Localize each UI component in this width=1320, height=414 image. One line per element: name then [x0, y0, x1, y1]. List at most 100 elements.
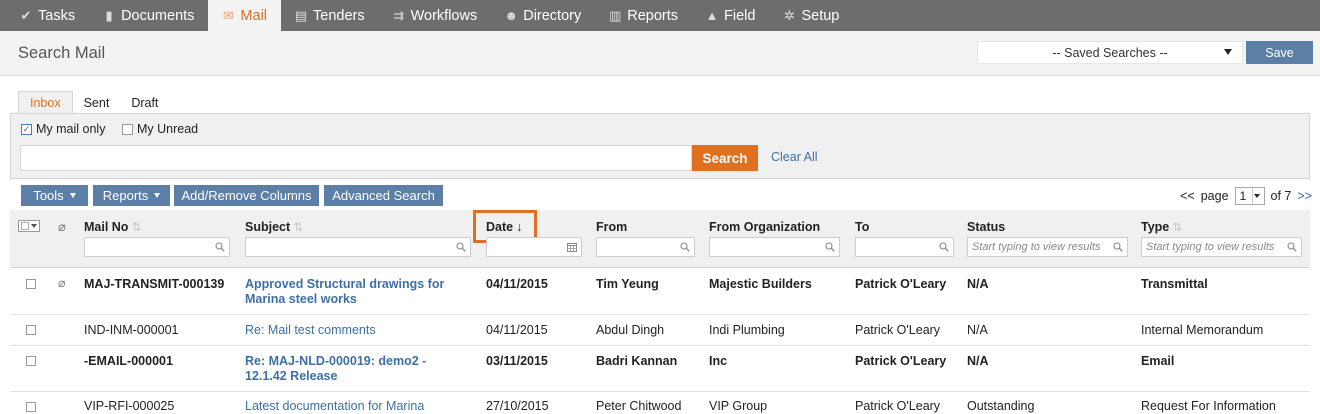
- check-icon: ✔: [20, 7, 32, 23]
- status-cell: Outstanding: [967, 399, 1035, 413]
- mail-no-cell: IND-INM-000001: [84, 323, 179, 337]
- table-row[interactable]: VIP-RFI-000025 Latest documentation for …: [10, 392, 1310, 413]
- column-status[interactable]: Status: [967, 220, 1005, 234]
- date-filter-input[interactable]: [486, 237, 582, 257]
- row-checkbox[interactable]: [26, 402, 36, 412]
- nav-tenders[interactable]: ▤ Tenders: [281, 0, 379, 31]
- subject-link[interactable]: Latest documentation for Marina: [245, 399, 424, 414]
- my-mail-only-label: My mail only: [36, 122, 106, 136]
- people-icon: ☻: [504, 8, 519, 23]
- search-input[interactable]: [20, 145, 692, 171]
- column-from[interactable]: From: [596, 220, 627, 234]
- nav-label: Setup: [801, 7, 840, 24]
- from-organization-cell: Indi Plumbing: [709, 323, 785, 337]
- my-mail-only-checkbox[interactable]: ✓ My mail only: [21, 122, 105, 136]
- chevron-down-icon: [1254, 194, 1261, 198]
- type-filter-input[interactable]: Start typing to view results: [1141, 237, 1302, 257]
- nav-setup[interactable]: ✲ Setup: [769, 0, 853, 31]
- page-count: of 7: [1270, 189, 1292, 203]
- search-icon: [680, 242, 690, 252]
- nav-label: Workflows: [410, 7, 478, 24]
- save-button[interactable]: Save: [1246, 41, 1313, 64]
- subject-link-line2[interactable]: Marina steel works: [245, 292, 357, 307]
- mail-no-filter-input[interactable]: [84, 237, 230, 257]
- nav-field[interactable]: ▲ Field: [692, 0, 769, 31]
- page-select[interactable]: 1: [1234, 187, 1265, 205]
- from-organization-filter-input[interactable]: [709, 237, 840, 257]
- type-cell: Internal Memorandum: [1141, 323, 1264, 337]
- from-filter-input[interactable]: [596, 237, 695, 257]
- saved-searches-value: -- Saved Searches --: [1052, 45, 1168, 60]
- page-header: Search Mail -- Saved Searches -- Save: [0, 31, 1320, 76]
- chevron-down-icon: [154, 193, 161, 198]
- page-current: 1: [1239, 189, 1247, 203]
- subject-link[interactable]: Re: Mail test comments: [245, 323, 376, 338]
- envelope-icon: ✉: [222, 7, 234, 23]
- page-label: page: [1200, 189, 1229, 203]
- subject-link[interactable]: Approved Structural drawings for: [245, 277, 444, 292]
- next-page-link[interactable]: >>: [1297, 189, 1312, 203]
- subject-link-line2[interactable]: 12.1.42 Release: [245, 369, 337, 384]
- checkbox-unchecked-icon: [122, 123, 133, 135]
- advanced-search-button[interactable]: Advanced Search: [324, 185, 443, 206]
- nav-label: Reports: [627, 7, 679, 24]
- column-to[interactable]: To: [855, 220, 869, 234]
- chevron-down-icon: [69, 193, 76, 198]
- type-filter-placeholder: Start typing to view results: [1146, 241, 1275, 253]
- search-panel: ✓ My mail only My Unread Search Clear Al…: [10, 113, 1310, 179]
- tab-inbox[interactable]: Inbox: [18, 91, 73, 114]
- from-cell: Peter Chitwood: [596, 399, 682, 413]
- my-unread-checkbox[interactable]: My Unread: [122, 122, 198, 136]
- column-subject[interactable]: Subject ⇅: [245, 220, 303, 234]
- tools-button[interactable]: Tools: [21, 185, 88, 206]
- page-title: Search Mail: [18, 44, 106, 62]
- sort-icon: ⇅: [293, 220, 304, 234]
- nav-directory[interactable]: ☻ Directory: [491, 0, 595, 31]
- search-plus-icon: [1113, 242, 1123, 252]
- from-cell: Tim Yeung: [596, 277, 659, 291]
- nav-workflows[interactable]: ⇉ Workflows: [379, 0, 492, 31]
- nav-documents[interactable]: ▮ Documents: [89, 0, 208, 31]
- table-row[interactable]: IND-INM-000001 Re: Mail test comments 04…: [10, 315, 1310, 346]
- first-page-link[interactable]: <<: [1180, 189, 1195, 203]
- status-filter-placeholder: Start typing to view results: [972, 241, 1101, 253]
- date-cell: 03/11/2015: [486, 354, 548, 368]
- column-label: Mail No: [84, 220, 129, 234]
- mail-no-cell: VIP-RFI-000025: [84, 399, 175, 413]
- tab-sent[interactable]: Sent: [73, 91, 121, 114]
- table-row[interactable]: -EMAIL-000001 Re: MAJ-NLD-000019: demo2 …: [10, 346, 1310, 392]
- search-button[interactable]: Search: [692, 145, 758, 171]
- status-filter-input[interactable]: Start typing to view results: [967, 237, 1128, 257]
- checkbox-checked-icon: ✓: [21, 123, 32, 135]
- mail-no-cell: MAJ-TRANSMIT-000139: [84, 277, 225, 291]
- add-remove-columns-button[interactable]: Add/Remove Columns: [174, 185, 319, 206]
- to-cell: Patrick O'Leary: [855, 399, 941, 413]
- column-type[interactable]: Type ⇅: [1141, 220, 1182, 234]
- tab-draft[interactable]: Draft: [120, 91, 169, 114]
- subject-filter-input[interactable]: [245, 237, 471, 257]
- select-all-dropdown[interactable]: [18, 220, 40, 232]
- nav-tasks[interactable]: ✔ Tasks: [6, 0, 89, 31]
- nav-mail[interactable]: ✉ Mail: [208, 0, 282, 31]
- reports-button[interactable]: Reports: [93, 185, 170, 206]
- row-checkbox[interactable]: [26, 325, 36, 335]
- date-cell: 04/11/2015: [486, 323, 548, 337]
- bar-chart-icon: ▥: [609, 7, 622, 23]
- column-mail-no[interactable]: Mail No ⇅: [84, 220, 142, 234]
- table-row[interactable]: ⌀ MAJ-TRANSMIT-000139 Approved Structura…: [10, 268, 1310, 315]
- saved-searches-select[interactable]: -- Saved Searches --: [977, 41, 1243, 64]
- nav-label: Directory: [523, 7, 582, 24]
- row-checkbox[interactable]: [26, 279, 36, 289]
- row-checkbox[interactable]: [26, 356, 36, 366]
- subject-link[interactable]: Re: MAJ-NLD-000019: demo2 -: [245, 354, 426, 369]
- from-organization-cell: VIP Group: [709, 399, 768, 413]
- search-icon: [215, 242, 225, 252]
- column-from-organization[interactable]: From Organization: [709, 220, 820, 234]
- to-filter-input[interactable]: [855, 237, 954, 257]
- from-cell: Abdul Dingh: [596, 323, 665, 337]
- date-cell: 04/11/2015: [486, 277, 548, 291]
- nav-reports[interactable]: ▥ Reports: [595, 0, 692, 31]
- column-label: From Organization: [709, 220, 821, 234]
- calendar-icon: [567, 243, 577, 252]
- clear-all-link[interactable]: Clear All: [771, 150, 818, 164]
